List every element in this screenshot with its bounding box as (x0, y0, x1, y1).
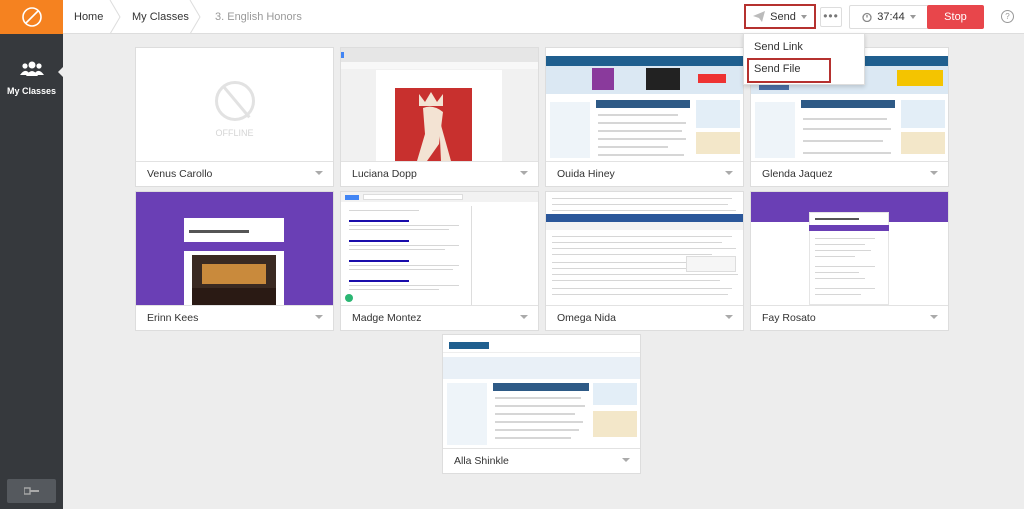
timer-value: 37:44 (877, 11, 905, 23)
student-tile[interactable]: OFFLINE Venus Carollo (135, 47, 334, 187)
chevron-down-icon[interactable] (315, 171, 323, 175)
screen-thumbnail[interactable] (546, 48, 743, 161)
breadcrumb-separator-icon (109, 0, 121, 34)
student-tile[interactable]: Ouida Hiney (545, 47, 744, 187)
chevron-down-icon[interactable] (315, 315, 323, 319)
chevron-down-icon (800, 14, 807, 19)
screen-thumbnail[interactable] (341, 192, 538, 305)
more-options-button[interactable]: ••• (820, 7, 842, 27)
send-link-option[interactable]: Send Link (754, 41, 803, 53)
screen-thumbnail[interactable]: OFFLINE (136, 48, 333, 161)
student-name: Madge Montez (352, 312, 422, 324)
chevron-down-icon (909, 15, 916, 19)
key-button[interactable] (7, 479, 56, 503)
paper-plane-icon (753, 11, 766, 22)
compass-logo-icon[interactable] (0, 0, 63, 34)
student-name: Omega Nida (557, 312, 616, 324)
student-name: Fay Rosato (762, 312, 816, 324)
stop-button[interactable]: Stop (927, 5, 984, 29)
student-tile[interactable]: Luciana Dopp (340, 47, 539, 187)
student-name: Erinn Kees (147, 312, 199, 324)
student-name: Glenda Jaquez (762, 168, 833, 180)
sidebar: My Classes (0, 0, 63, 509)
send-label: Send (770, 10, 796, 23)
breadcrumb-current: 3. English Honors (215, 11, 302, 23)
student-name: Ouida Hiney (557, 168, 615, 180)
chevron-down-icon[interactable] (520, 315, 528, 319)
send-button[interactable]: Send (744, 4, 816, 29)
timer[interactable]: 37:44 (849, 5, 929, 29)
offline-label: OFFLINE (215, 128, 254, 138)
send-dropdown-menu: Send Link Send File (743, 33, 865, 85)
student-tile[interactable]: Alla Shinkle (442, 334, 641, 474)
screen-thumbnail[interactable] (443, 335, 640, 448)
breadcrumb-my-classes[interactable]: My Classes (132, 0, 189, 34)
student-tile[interactable]: Madge Montez (340, 191, 539, 331)
breadcrumb-home[interactable]: Home (74, 0, 103, 34)
screen-thumbnail[interactable] (751, 192, 948, 305)
chevron-down-icon[interactable] (725, 171, 733, 175)
key-icon (23, 487, 39, 495)
student-tile[interactable]: Omega Nida (545, 191, 744, 331)
screen-thumbnail[interactable] (546, 192, 743, 305)
send-file-highlight (747, 58, 831, 83)
student-tile[interactable]: Fay Rosato (750, 191, 949, 331)
student-name: Venus Carollo (147, 168, 213, 180)
help-icon[interactable]: ? (1001, 10, 1014, 23)
offline-icon (215, 81, 255, 121)
breadcrumb-separator-icon (189, 0, 201, 34)
chevron-down-icon[interactable] (930, 315, 938, 319)
chevron-down-icon[interactable] (622, 458, 630, 462)
sidebar-item-label: My Classes (6, 86, 57, 96)
chevron-down-icon[interactable] (930, 171, 938, 175)
active-indicator (58, 67, 63, 77)
shakespeare-illustration-icon (417, 92, 451, 161)
top-bar: Home My Classes 3. English Honors Send •… (63, 0, 1024, 34)
student-name: Alla Shinkle (454, 455, 509, 467)
timer-icon (862, 12, 872, 22)
users-icon (19, 61, 44, 76)
screen-thumbnail[interactable] (341, 48, 538, 161)
chevron-down-icon[interactable] (725, 315, 733, 319)
screen-thumbnail[interactable] (136, 192, 333, 305)
student-name: Luciana Dopp (352, 168, 417, 180)
chevron-down-icon[interactable] (520, 171, 528, 175)
student-tile[interactable]: Erinn Kees (135, 191, 334, 331)
sidebar-item-my-classes[interactable]: My Classes (0, 52, 63, 102)
